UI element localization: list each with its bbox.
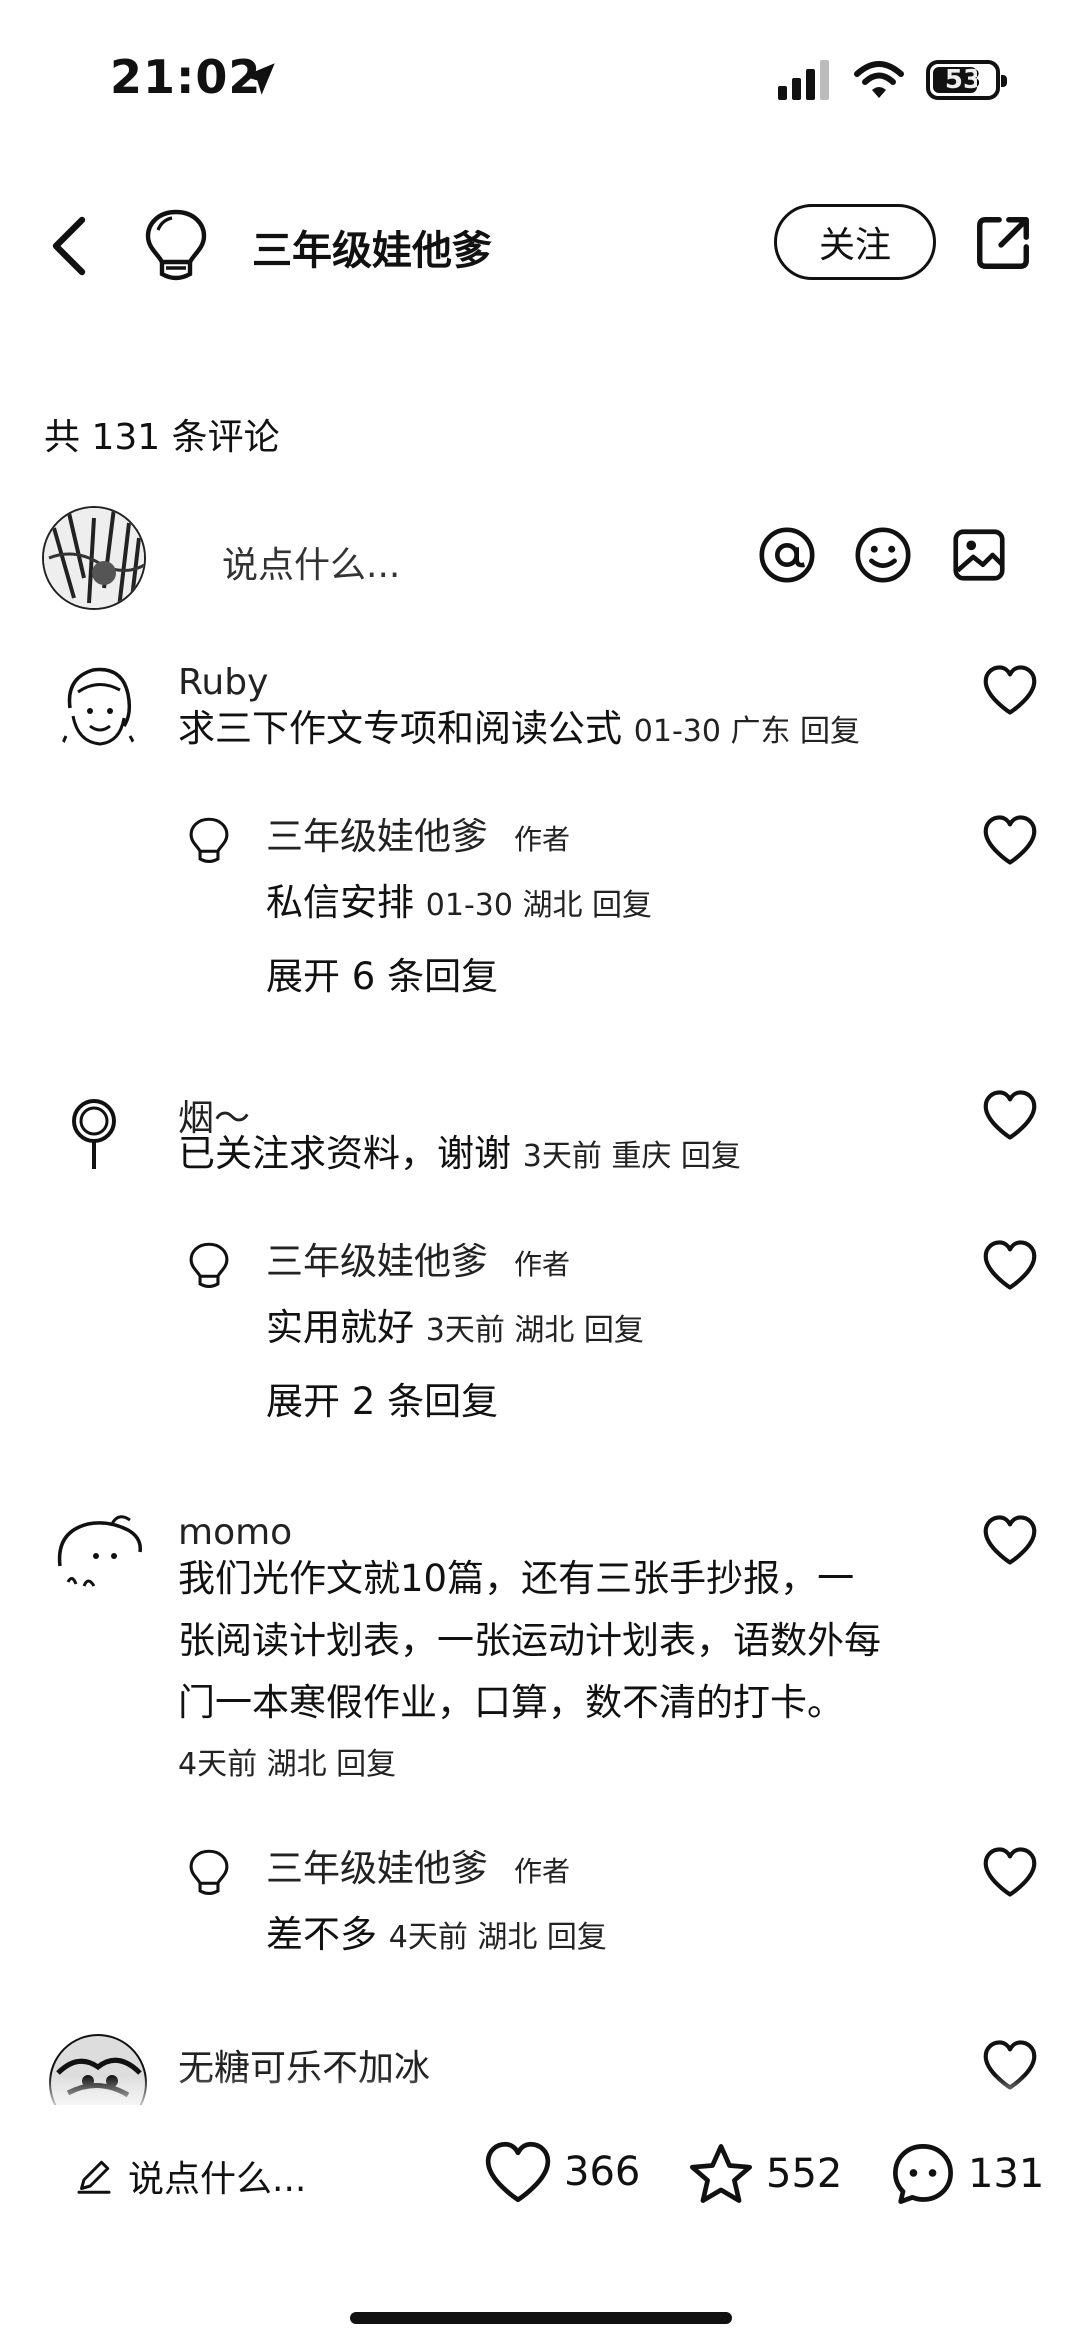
reply-author-name[interactable]: 三年级娃他爹 作者 <box>266 806 570 860</box>
reply-body: 实用就好 3天前 湖北 回复 <box>266 1297 644 1351</box>
comment-button[interactable]: 131 <box>888 2140 1044 2208</box>
heart-icon <box>485 2141 551 2203</box>
home-indicator[interactable] <box>350 2312 732 2324</box>
location-arrow-icon <box>243 63 275 95</box>
reply-author-name[interactable]: 三年级娃他爹 作者 <box>266 1838 570 1892</box>
back-button[interactable] <box>42 214 98 278</box>
author-tag: 作者 <box>514 823 571 856</box>
comment-input[interactable]: 说点什么... <box>222 536 400 588</box>
expand-replies-button[interactable]: 展开 6 条回复 <box>266 946 498 1000</box>
battery-level: 53 <box>944 65 982 95</box>
commenter-avatar[interactable] <box>48 1504 148 1604</box>
like-icon[interactable] <box>982 1089 1038 1141</box>
share-icon[interactable] <box>972 212 1034 274</box>
like-icon[interactable] <box>982 1239 1038 1291</box>
comment-total: 131 <box>968 2151 1045 2197</box>
reply-author-label[interactable]: 三年级娃他爹 <box>266 1240 488 1283</box>
reply-author-label[interactable]: 三年级娃他爹 <box>266 1847 488 1890</box>
comment-line: 门一本寒假作业，口算，数不清的打卡。 <box>178 1681 844 1724</box>
signal-icon <box>778 60 829 100</box>
comment-line: 我们光作文就10篇，还有三张手抄报，一 <box>178 1557 855 1600</box>
image-icon[interactable] <box>948 524 1010 586</box>
commenter-name[interactable]: Ruby <box>178 662 268 703</box>
mention-icon[interactable] <box>756 524 818 586</box>
like-button[interactable]: 366 <box>482 2140 640 2204</box>
battery-icon: 53 <box>926 60 1007 100</box>
author-name[interactable]: 三年级娃他爹 <box>252 218 492 276</box>
bottom-action-bar: 说点什么... 366 552 131 <box>0 2110 1080 2260</box>
reply-text: 实用就好 <box>266 1306 414 1349</box>
author-avatar[interactable] <box>140 206 212 286</box>
scroll-fade <box>0 2075 1080 2115</box>
like-icon[interactable] <box>982 1514 1038 1566</box>
comment-line: 张阅读计划表，一张运动计划表，语数外每 <box>178 1619 881 1662</box>
author-tag: 作者 <box>514 1855 571 1888</box>
comment-meta[interactable]: 01-30 广东 回复 <box>634 714 860 749</box>
follow-button[interactable]: 关注 <box>774 204 936 280</box>
reply-meta[interactable]: 01-30 湖北 回复 <box>426 888 652 923</box>
favorite-count: 552 <box>766 2151 843 2197</box>
note-comments-page: 21:02 53 三年级娃他爹 关注 共 131 条评论 说点什么... Rub… <box>0 0 1080 2341</box>
reply-author-name[interactable]: 三年级娃他爹 作者 <box>266 1231 570 1285</box>
bottom-input-placeholder[interactable]: 说点什么... <box>128 2150 306 2202</box>
reply-body: 私信安排 01-30 湖北 回复 <box>266 872 652 926</box>
reply-author-avatar[interactable] <box>186 814 232 868</box>
comment-text: 已关注求资料，谢谢 <box>178 1132 511 1175</box>
reply-author-label[interactable]: 三年级娃他爹 <box>266 815 488 858</box>
author-tag: 作者 <box>514 1248 571 1281</box>
comment-text: 求三下作文专项和阅读公式 <box>178 707 622 750</box>
like-icon[interactable] <box>982 664 1038 716</box>
commenter-avatar[interactable] <box>48 1081 148 1181</box>
comment-body: 求三下作文专项和阅读公式 01-30 广东 回复 <box>178 698 958 763</box>
like-icon[interactable] <box>982 814 1038 866</box>
like-count: 366 <box>564 2149 641 2195</box>
reply-body: 差不多 4天前 湖北 回复 <box>266 1904 607 1958</box>
pencil-icon <box>77 2160 111 2194</box>
star-icon <box>689 2144 753 2203</box>
user-avatar <box>42 506 146 610</box>
comment-body: 我们光作文就10篇，还有三张手抄报，一 张阅读计划表，一张运动计划表，语数外每 … <box>178 1548 958 1796</box>
reply-author-avatar[interactable] <box>186 1846 232 1900</box>
reply-author-avatar[interactable] <box>186 1239 232 1293</box>
comment-input-row: 说点什么... <box>0 500 1080 616</box>
bottom-comment-input[interactable]: 说点什么... <box>74 2150 306 2202</box>
comment-bubble-icon <box>893 2144 953 2204</box>
top-nav: 三年级娃他爹 关注 <box>0 190 1080 300</box>
comment-meta[interactable]: 4天前 湖北 回复 <box>178 1734 958 1796</box>
reply-meta[interactable]: 4天前 湖北 回复 <box>389 1920 607 1955</box>
commenter-name[interactable]: momo <box>178 1512 292 1553</box>
reply-text: 差不多 <box>266 1913 377 1956</box>
status-icons: 53 <box>778 58 1007 102</box>
expand-replies-button[interactable]: 展开 2 条回复 <box>266 1371 498 1425</box>
reply-meta[interactable]: 3天前 湖北 回复 <box>426 1313 644 1348</box>
like-icon[interactable] <box>982 1846 1038 1898</box>
favorite-button[interactable]: 552 <box>686 2140 842 2208</box>
status-bar: 21:02 53 <box>0 0 1080 150</box>
comment-count: 共 131 条评论 <box>44 417 280 458</box>
comment-meta[interactable]: 3天前 重庆 回复 <box>523 1139 741 1174</box>
reply-text: 私信安排 <box>266 881 414 924</box>
emoji-icon[interactable] <box>852 524 914 586</box>
commenter-avatar[interactable] <box>48 656 148 756</box>
comment-body: 已关注求资料，谢谢 3天前 重庆 回复 <box>178 1123 958 1188</box>
wifi-icon <box>854 61 904 98</box>
